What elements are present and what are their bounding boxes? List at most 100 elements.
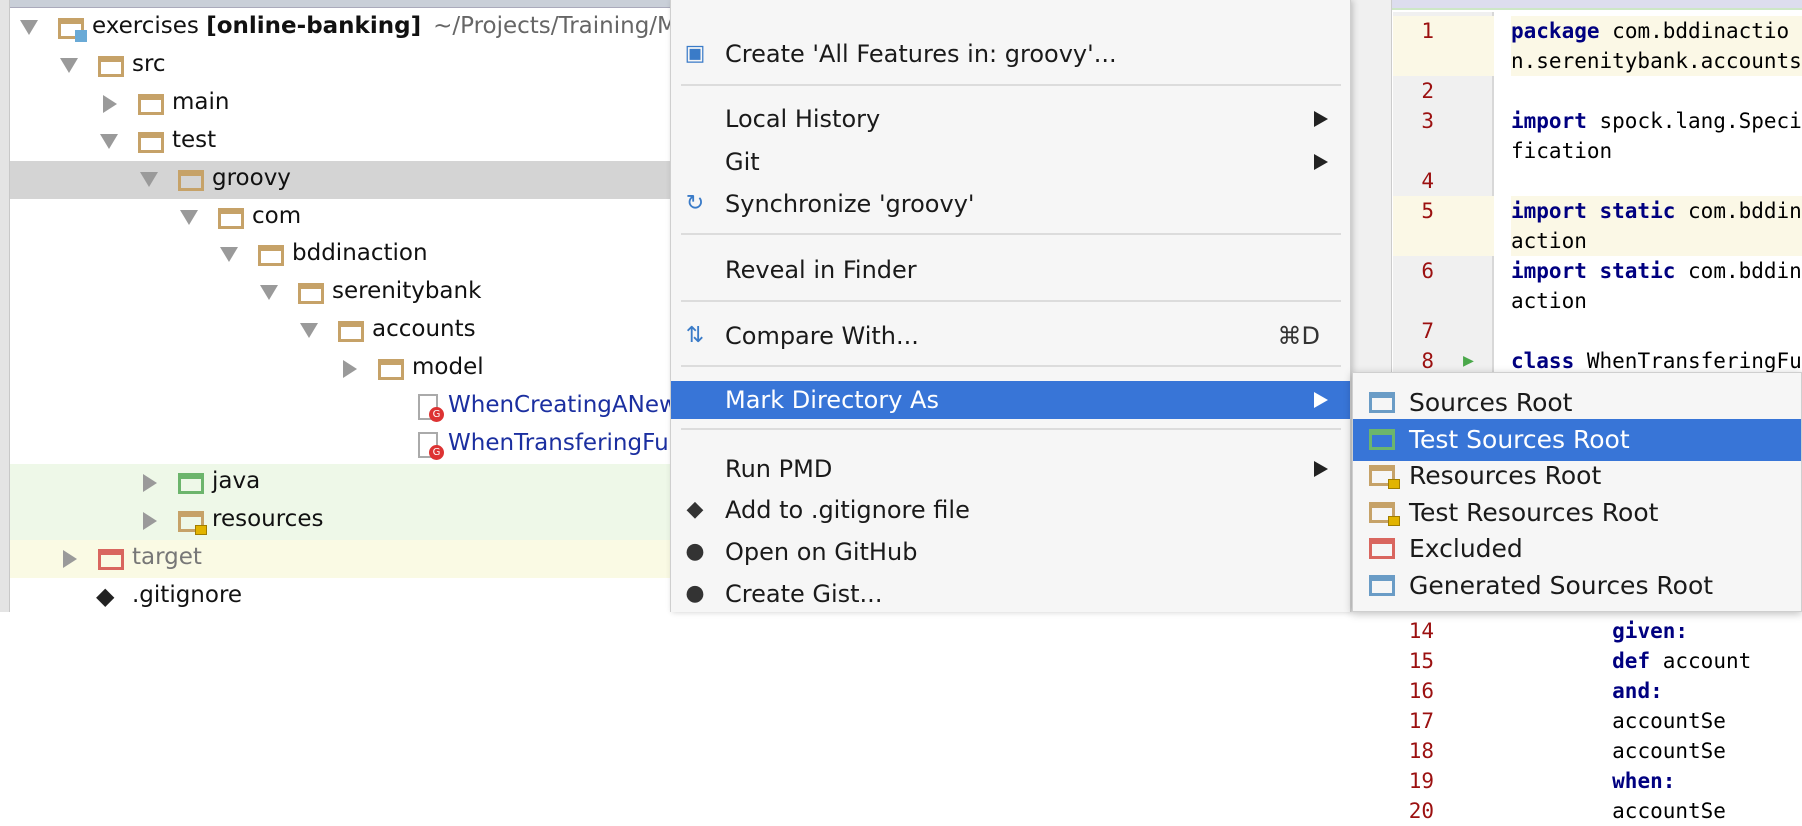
code-token: import (1511, 109, 1587, 133)
menu-item-label: Git (725, 148, 760, 176)
collapsed-arrow-icon[interactable] (63, 549, 77, 568)
tree-node-model[interactable]: model (10, 350, 670, 388)
compare-icon: ⇅ (685, 323, 705, 348)
menu-item-label: Add to .gitignore file (725, 496, 970, 524)
code-line[interactable]: 15 def account (1393, 646, 1802, 676)
menu-separator (681, 84, 1341, 86)
line-number: 1 (1393, 16, 1494, 76)
folder-icon (178, 169, 204, 191)
menu-item-mark-directory-as[interactable]: Mark Directory As (671, 381, 1350, 419)
code-line[interactable]: 16 and: (1393, 676, 1802, 706)
expanded-arrow-icon[interactable] (300, 323, 318, 339)
code-line[interactable]: 6 import static com.bddinaction (1393, 256, 1802, 316)
code-line[interactable]: 18 accountSe (1393, 736, 1802, 766)
folder-icon (138, 131, 164, 153)
tree-node-test[interactable]: test (10, 123, 670, 161)
code-line[interactable]: 4 (1393, 166, 1802, 196)
expanded-arrow-icon[interactable] (100, 133, 118, 149)
tree-node-groovy[interactable]: groovy (10, 160, 670, 199)
expanded-arrow-icon[interactable] (260, 285, 278, 301)
code-line[interactable]: 20 accountSe (1393, 796, 1802, 826)
tree-node-label: java (212, 467, 261, 494)
tree-node-whencreatinganewaccount-groovy[interactable]: G WhenCreatingANewAccount.groovy (10, 388, 857, 426)
submenu-item-label: Generated Sources Root (1409, 570, 1714, 600)
code-line[interactable]: 17 accountSe (1393, 706, 1802, 736)
line-number: 20 (1408, 799, 1434, 823)
line-number: 19 (1408, 769, 1434, 793)
submenu-item-generated-sources-root[interactable]: Generated Sources Root (1353, 565, 1801, 607)
fold-area (1494, 676, 1511, 706)
tree-node-bddinaction[interactable]: bddinaction (10, 236, 670, 274)
menu-item-local-history[interactable]: Local History (671, 100, 1350, 138)
tree-node-accounts[interactable]: accounts (10, 312, 670, 350)
code-line[interactable]: 3 import spock.lang.Specification (1393, 106, 1802, 166)
git-file-icon: ◆ (96, 581, 115, 610)
collapsed-arrow-icon[interactable] (343, 360, 357, 379)
tree-node-main[interactable]: main (10, 85, 670, 123)
source-folder-icon (178, 472, 204, 494)
code-token: when: (1612, 769, 1676, 793)
expanded-arrow-icon[interactable] (20, 20, 38, 35)
code-token: def (1612, 649, 1651, 673)
menu-item-synchronize-groovy[interactable]: ↻ Synchronize 'groovy' (671, 185, 1350, 223)
code-token: package (1511, 19, 1600, 43)
expanded-arrow-icon[interactable] (140, 171, 158, 187)
tree-node-whentransferingfundsbetweenaccounts-groovy[interactable]: GWhenTransferingFundsBetweenAccounts.gro… (10, 426, 1002, 464)
collapsed-arrow-icon[interactable] (143, 473, 157, 492)
code-line[interactable]: 5 import static com.bddinaction (1393, 196, 1802, 256)
menu-item-create-gist[interactable]: ● Create Gist... (671, 575, 1350, 613)
module-folder-icon (58, 18, 87, 42)
code-line[interactable]: 1 package com.bddinaction.serenitybank.ac… (1393, 16, 1802, 76)
menu-item-label: Create Gist... (725, 580, 883, 608)
tree-node-label: serenitybank (332, 278, 482, 305)
menu-item-run-pmd[interactable]: Run PMD (671, 450, 1350, 488)
folder-icon (378, 359, 404, 381)
collapsed-arrow-icon[interactable] (103, 94, 117, 113)
menu-item-compare-with[interactable]: ⇅ Compare With... ⌘D (671, 317, 1350, 355)
tree-node-target[interactable]: target (10, 539, 670, 578)
code-line[interactable]: 19 when: (1393, 766, 1802, 796)
tree-node-serenitybank[interactable]: serenitybank (10, 274, 670, 312)
tree-node-com[interactable]: com (10, 199, 670, 237)
fold-area (1494, 736, 1511, 766)
fold-area (1494, 646, 1511, 676)
tree-node-label: target (132, 543, 202, 570)
folder-icon (218, 207, 244, 229)
menu-item-open-on-github[interactable]: ● Open on GitHub (671, 533, 1350, 571)
line-number: 18 (1408, 739, 1434, 763)
tree-node-resources[interactable]: resources (10, 501, 670, 540)
code-text: accountSe (1511, 706, 1802, 736)
sources-root-icon (1369, 392, 1395, 413)
code-line[interactable]: 2 (1393, 76, 1802, 106)
tool-window-tabs[interactable] (10, 0, 670, 8)
code-text: def account (1511, 646, 1802, 676)
menu-item-label: Synchronize 'groovy' (725, 190, 975, 218)
menu-item-add-to-gitignore-file[interactable]: ◆ Add to .gitignore file (671, 491, 1350, 529)
submenu-arrow-icon (1314, 111, 1328, 127)
tree-node--gitignore[interactable]: ◆ .gitignore (10, 578, 670, 616)
expanded-arrow-icon[interactable] (180, 209, 198, 225)
tree-node-src[interactable]: src (10, 47, 670, 85)
editor-tab-bar[interactable] (1392, 0, 1802, 10)
expanded-arrow-icon[interactable] (60, 57, 78, 73)
expanded-arrow-icon[interactable] (220, 247, 238, 263)
fold-area (1494, 616, 1511, 646)
menu-item-create-all-features-in-groovy[interactable]: ▣ Create 'All Features in: groovy'... (671, 35, 1350, 73)
tree-node-exercises-online-banking-[interactable]: exercises [online-banking]~/Projects/Tra… (10, 9, 907, 47)
collapsed-arrow-icon[interactable] (143, 511, 157, 530)
code-token: class (1511, 349, 1575, 373)
menu-item-git[interactable]: Git (671, 143, 1350, 181)
groovy-file-icon: G (418, 394, 444, 422)
code-text: accountSe (1511, 796, 1802, 826)
module-name: exercises (92, 13, 207, 39)
submenu-arrow-icon (1314, 392, 1328, 408)
code-line[interactable]: 7 (1393, 316, 1802, 346)
code-text: package com.bddinaction.serenitybank.acc… (1511, 16, 1802, 76)
line-number: 15 (1408, 649, 1434, 673)
tree-node-label: accounts (372, 316, 476, 343)
code-text: import static com.bddinaction (1511, 256, 1802, 316)
line-number: 17 (1408, 709, 1434, 733)
tree-node-java[interactable]: java (10, 463, 670, 502)
menu-item-reveal-in-finder[interactable]: Reveal in Finder (671, 251, 1350, 289)
code-line[interactable]: 14 given: (1393, 616, 1802, 646)
